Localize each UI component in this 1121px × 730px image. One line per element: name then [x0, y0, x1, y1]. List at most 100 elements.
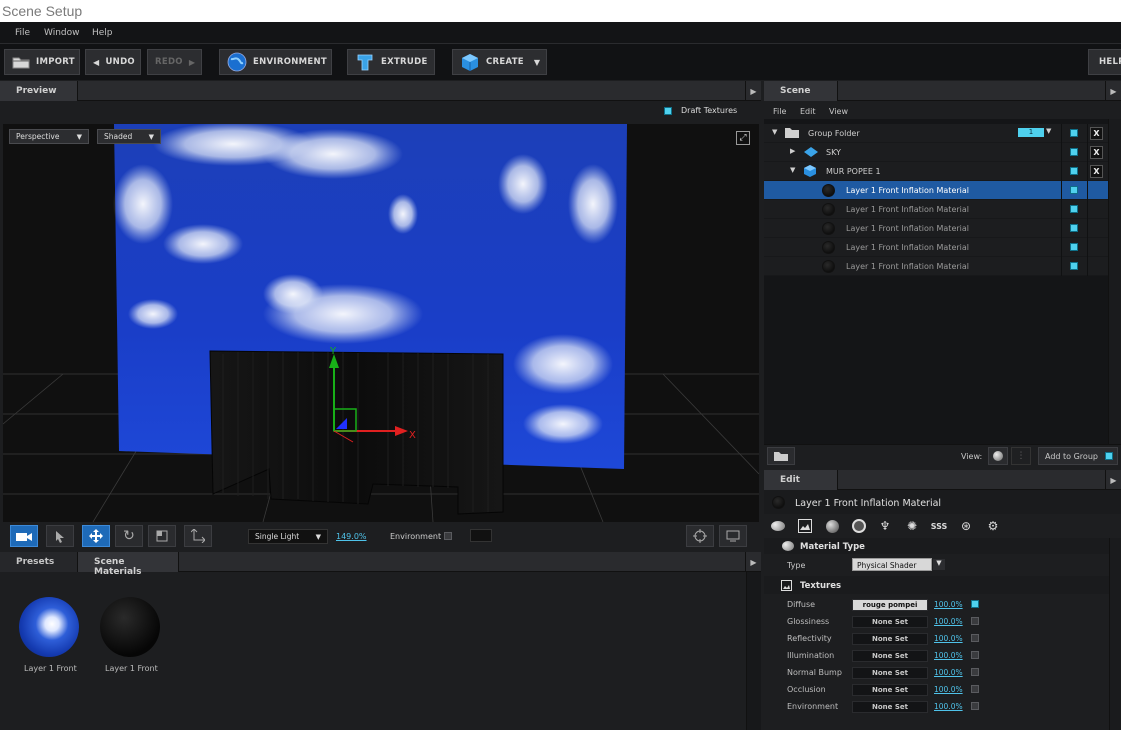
maximize-icon[interactable]: ⤢	[736, 131, 750, 145]
close-icon[interactable]: X	[1090, 165, 1103, 178]
visibility-checkbox[interactable]	[1070, 243, 1078, 253]
screenshot-icon[interactable]	[719, 525, 747, 547]
texture-slot[interactable]: None Set	[852, 650, 928, 662]
texture-slot[interactable]: None Set	[852, 633, 928, 645]
rotate-tool-icon[interactable]: ↻	[115, 525, 143, 547]
presets-scrollbar[interactable]	[746, 572, 761, 730]
visibility-checkbox[interactable]	[1070, 148, 1078, 158]
texture-percent[interactable]: 100.0%	[934, 668, 963, 677]
environment-color-swatch[interactable]	[470, 529, 492, 542]
globe-icon[interactable]: ⊛	[957, 517, 975, 535]
texture-percent[interactable]: 100.0%	[934, 685, 963, 694]
texture-enable-checkbox[interactable]	[971, 600, 979, 610]
sss-icon[interactable]: SSS	[930, 517, 948, 535]
texture-percent[interactable]: 100.0%	[934, 702, 963, 711]
panel-collapse-icon[interactable]: ▶	[745, 81, 761, 101]
select-arrow-icon[interactable]	[46, 525, 74, 547]
environment-checkbox[interactable]	[444, 532, 452, 543]
zoom-value[interactable]: 149.0%	[336, 532, 367, 541]
tree-row-material[interactable]: Layer 1 Front Inflation Material	[764, 219, 1108, 238]
expand-arrow-icon[interactable]: ▶	[790, 147, 795, 155]
panel-collapse-icon[interactable]: ▶	[1105, 81, 1121, 101]
panel-collapse-icon[interactable]: ▶	[1105, 470, 1121, 490]
draft-textures-checkbox[interactable]	[664, 107, 672, 118]
chevron-down-icon[interactable]: ▼	[1046, 127, 1051, 135]
menu-window[interactable]: Window	[44, 28, 80, 38]
target-icon[interactable]	[686, 525, 714, 547]
texture-slot[interactable]: None Set	[852, 667, 928, 679]
tree-row-material[interactable]: Layer 1 Front Inflation Material	[764, 181, 1108, 200]
visibility-checkbox[interactable]	[1070, 262, 1078, 272]
textures-icon[interactable]	[796, 517, 814, 535]
material-type-icon[interactable]	[769, 517, 787, 535]
edit-scrollbar[interactable]	[1109, 538, 1121, 730]
create-button[interactable]: CREATE ▼	[452, 49, 547, 75]
chevron-down-icon[interactable]: ▼	[933, 559, 945, 570]
texture-slot[interactable]: None Set	[852, 701, 928, 713]
material-preview-black[interactable]	[100, 597, 160, 657]
camera-tool-icon[interactable]	[10, 525, 38, 547]
environment-button[interactable]: ENVIRONMENT	[219, 49, 332, 75]
texture-enable-checkbox[interactable]	[971, 702, 979, 712]
texture-enable-checkbox[interactable]	[971, 617, 979, 627]
tab-presets[interactable]: Presets	[0, 552, 78, 572]
panel-collapse-icon[interactable]: ▶	[745, 552, 761, 572]
tree-row-mur-popee[interactable]: ▼ MUR POPEE 1 X	[764, 162, 1108, 181]
texture-percent[interactable]: 100.0%	[934, 634, 963, 643]
visibility-checkbox[interactable]	[1070, 186, 1078, 196]
shading-mode-dropdown[interactable]: Shaded ▼	[97, 129, 161, 144]
texture-enable-checkbox[interactable]	[971, 668, 979, 678]
texture-slot[interactable]: None Set	[852, 684, 928, 696]
extrude-button[interactable]: EXTRUDE	[347, 49, 435, 75]
texture-percent[interactable]: 100.0%	[934, 600, 963, 609]
help-button[interactable]: HELP	[1088, 49, 1121, 75]
close-icon[interactable]: X	[1090, 127, 1103, 140]
expand-arrow-icon[interactable]: ▼	[790, 166, 795, 174]
add-to-group-button[interactable]: Add to Group	[1038, 447, 1118, 465]
texture-percent[interactable]: 100.0%	[934, 617, 963, 626]
scene-scrollbar[interactable]	[1108, 119, 1121, 461]
glass-icon[interactable]: ♆	[876, 517, 894, 535]
move-tool-icon[interactable]	[82, 525, 110, 547]
scene-menu-file[interactable]: File	[773, 107, 786, 116]
texture-enable-checkbox[interactable]	[971, 651, 979, 661]
texture-enable-checkbox[interactable]	[971, 685, 979, 695]
tab-scene[interactable]: Scene	[764, 81, 838, 101]
visibility-checkbox[interactable]	[1070, 129, 1078, 139]
sphere-view-icon[interactable]	[988, 447, 1008, 465]
texture-slot[interactable]: rouge pompei	[852, 599, 928, 611]
lighting-icon[interactable]	[850, 517, 868, 535]
3d-viewport[interactable]: Y X Perspective ▼ Shaded ▼ ⤢	[3, 124, 759, 522]
tree-row-group-folder[interactable]: ▼ Group Folder 1 ▼ X	[764, 124, 1108, 143]
scale-tool-icon[interactable]	[148, 525, 176, 547]
tab-edit[interactable]: Edit	[764, 470, 838, 490]
visibility-checkbox[interactable]	[1070, 167, 1078, 177]
texture-enable-checkbox[interactable]	[971, 634, 979, 644]
visibility-checkbox[interactable]	[1070, 224, 1078, 234]
texture-percent[interactable]: 100.0%	[934, 651, 963, 660]
scene-menu-edit[interactable]: Edit	[800, 107, 816, 116]
shading-icon[interactable]	[823, 517, 841, 535]
new-folder-icon[interactable]	[767, 447, 795, 465]
camera-mode-dropdown[interactable]: Perspective ▼	[9, 129, 89, 144]
gear-icon[interactable]: ⚙	[984, 517, 1002, 535]
scene-menu-view[interactable]: View	[829, 107, 848, 116]
material-type-dropdown[interactable]: Physical Shader ▼	[852, 558, 945, 571]
visibility-checkbox[interactable]	[1070, 205, 1078, 215]
expand-arrow-icon[interactable]: ▼	[772, 128, 777, 136]
tab-scene-materials[interactable]: Scene Materials	[78, 552, 179, 577]
pivot-tool-icon[interactable]	[184, 525, 212, 547]
tab-preview[interactable]: Preview	[0, 81, 78, 101]
texture-slot[interactable]: None Set	[852, 616, 928, 628]
tree-row-material[interactable]: Layer 1 Front Inflation Material	[764, 200, 1108, 219]
redo-button[interactable]: REDO ▶	[147, 49, 202, 75]
light-bulb-icon[interactable]: ✺	[903, 517, 921, 535]
tree-row-sky[interactable]: ▶ SKY X	[764, 143, 1108, 162]
tree-row-material[interactable]: Layer 1 Front Inflation Material	[764, 257, 1108, 276]
import-button[interactable]: IMPORT	[4, 49, 80, 75]
menu-help[interactable]: Help	[92, 28, 113, 38]
group-badge[interactable]: 1	[1018, 128, 1044, 137]
grid-view-icon[interactable]: ⋮	[1011, 447, 1031, 465]
lighting-dropdown[interactable]: Single Light ▼	[248, 529, 328, 544]
add-to-group-checkbox[interactable]	[1105, 452, 1113, 462]
